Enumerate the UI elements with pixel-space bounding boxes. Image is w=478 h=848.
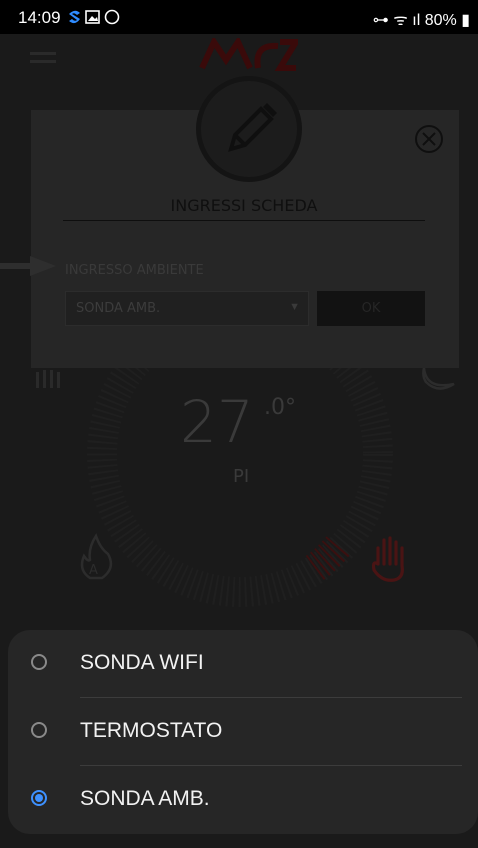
option-label: SONDA WIFI [80, 651, 204, 674]
option-label: SONDA AMB. [80, 787, 210, 810]
options-bottom-sheet: SONDA WIFI TERMOSTATO SONDA AMB. [8, 630, 478, 834]
battery-level: 80% [424, 12, 457, 29]
edit-badge [196, 76, 302, 182]
svg-text:A: A [89, 563, 98, 578]
temperature-decimal: .0° [264, 395, 296, 420]
option-sonda-wifi[interactable]: SONDA WIFI [8, 630, 478, 698]
select-value: SONDA AMB. [76, 301, 161, 316]
pencil-icon [228, 103, 277, 152]
radio-button-selected[interactable] [31, 790, 47, 806]
dropdown-arrow-icon: ▼ [289, 301, 300, 313]
ingresso-select[interactable]: SONDA AMB. ▼ [65, 291, 309, 326]
power-bars-icon [36, 370, 60, 388]
radio-button[interactable] [31, 654, 47, 670]
dialog-title: INGRESSI SCHEDA [170, 196, 318, 215]
ok-button[interactable]: OK [317, 291, 425, 326]
moon-icon[interactable] [418, 364, 462, 394]
status-time: 14:09 [18, 8, 61, 27]
notification-icons [66, 8, 126, 31]
status-bar: 14:09 ⊶ ᯤ ıl 80% ▮ [0, 0, 478, 34]
ingresso-ambiente-label: INGRESSO AMBIENTE [65, 263, 204, 278]
menu-icon[interactable] [30, 48, 60, 72]
title-divider [63, 220, 425, 221]
mcz-logo [199, 38, 298, 71]
signal-icon: ⊶ ᯤ ıl [372, 12, 425, 29]
close-icon[interactable] [414, 124, 444, 154]
status-right: ⊶ ᯤ ıl 80% ▮ [373, 8, 470, 30]
arrow-pointer-icon [0, 256, 56, 276]
temperature-value: 27 [180, 388, 254, 456]
option-label: TERMOSTATO [80, 719, 223, 742]
flame-icon[interactable]: A [76, 532, 116, 582]
option-termostato[interactable]: TERMOSTATO [8, 698, 478, 766]
mode-label: PI [233, 466, 250, 487]
option-sonda-amb[interactable]: SONDA AMB. [8, 766, 478, 834]
radio-button[interactable] [31, 722, 47, 738]
notification-icons-graphic [69, 9, 120, 25]
manual-hand-icon[interactable] [368, 534, 410, 584]
battery-icon: ▮ [456, 12, 470, 29]
